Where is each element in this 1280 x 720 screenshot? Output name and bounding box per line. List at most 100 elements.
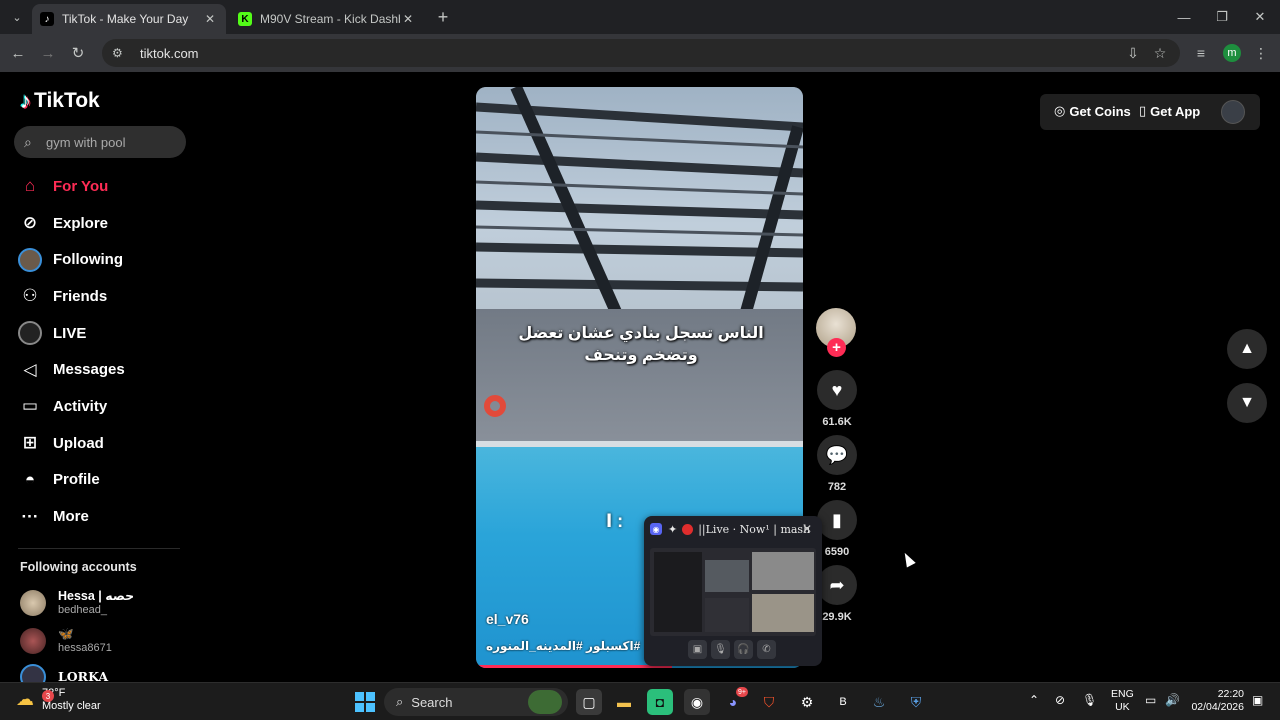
tab-kick-dashboard[interactable]: K M90V Stream - Kick Dashboard ✕: [230, 4, 424, 34]
sidebar-item-profile[interactable]: ◓ Profile: [18, 462, 188, 499]
save-button[interactable]: ▮: [817, 500, 857, 540]
avatar: [20, 664, 46, 682]
app-b-icon[interactable]: B: [830, 689, 856, 715]
discord-stream-overlay[interactable]: ◉ ✦ ||Live · Now¹ | mash ✕ ▣ 🎙 🎧 ✆: [644, 516, 822, 666]
sidebar-item-more[interactable]: ··· More: [18, 498, 188, 535]
sidebar-item-label: Upload: [53, 434, 104, 452]
video-caption-overlay: ا :: [606, 511, 624, 531]
sidebar-item-live[interactable]: LIVE: [18, 315, 188, 352]
tiktok-logo-icon: ♪: [20, 88, 31, 113]
notifications-icon[interactable]: ▣: [1252, 693, 1263, 707]
steam-icon[interactable]: ♨: [866, 689, 892, 715]
like-button[interactable]: ♥: [817, 370, 857, 410]
search-input[interactable]: [46, 134, 176, 150]
task-view-icon[interactable]: ▢: [576, 689, 602, 715]
coin-icon: ◎: [1054, 103, 1066, 118]
tab-title: M90V Stream - Kick Dashboard: [260, 12, 400, 26]
address-bar[interactable]: ⚙ tiktok.com: [102, 39, 1180, 67]
brave-icon[interactable]: ⛉: [756, 689, 782, 715]
disconnect-icon[interactable]: ✆: [757, 640, 776, 659]
get-coins-button[interactable]: ◎ Get Coins: [1054, 103, 1131, 119]
search-icon: ⌕: [396, 694, 404, 709]
site-info-icon[interactable]: ⚙: [112, 46, 130, 60]
sidebar-item-for-you[interactable]: ⌂ For You: [18, 168, 188, 205]
next-video-button[interactable]: ▼: [1227, 383, 1267, 423]
shield-icon[interactable]: ⛨: [903, 689, 929, 715]
headphones-icon[interactable]: 🎧: [734, 640, 753, 659]
show-hidden-icons-icon[interactable]: ⌃: [1029, 693, 1039, 707]
sidebar-item-following[interactable]: Following: [18, 241, 188, 278]
settings-icon[interactable]: ⚙: [794, 689, 820, 715]
monitor-icon[interactable]: ▭: [1145, 693, 1156, 707]
back-button[interactable]: ←: [7, 42, 29, 64]
following-account-item[interactable]: LORKA: [20, 664, 108, 682]
minimize-button[interactable]: —: [1164, 0, 1204, 34]
share-button[interactable]: ➦: [817, 565, 857, 605]
sidebar-item-upload[interactable]: ⊞ Upload: [18, 425, 188, 462]
reload-button[interactable]: ↻: [67, 42, 89, 64]
video-progress-bar[interactable]: [476, 665, 673, 668]
like-count: 61.6K: [822, 416, 852, 428]
app-icon[interactable]: ◘: [647, 689, 673, 715]
new-tab-button[interactable]: +: [432, 6, 454, 28]
following-avatar-icon: [18, 247, 42, 272]
sidebar-item-activity[interactable]: ▭ Activity: [18, 388, 188, 425]
microphone-icon[interactable]: 🎙: [711, 640, 730, 659]
weather-badge: 3: [42, 690, 54, 702]
get-app-button[interactable]: ▯ Get App: [1139, 103, 1200, 119]
close-tab-icon[interactable]: ✕: [202, 11, 218, 27]
comment-button[interactable]: 💬: [817, 435, 857, 475]
microphone-icon[interactable]: 🎙: [1082, 693, 1097, 707]
user-avatar[interactable]: [1221, 100, 1245, 124]
close-window-button[interactable]: ✕: [1240, 0, 1280, 34]
tab-search-icon[interactable]: ⌄: [6, 7, 28, 27]
following-account-item[interactable]: 🦋 hessa8671: [20, 627, 112, 655]
sidebar-item-friends[interactable]: ⚇ Friends: [18, 278, 188, 315]
sidebar-item-explore[interactable]: ⊘ Explore: [18, 205, 188, 242]
camera-icon[interactable]: ▣: [688, 640, 707, 659]
browser-profile-avatar[interactable]: m: [1223, 44, 1241, 62]
forward-button[interactable]: →: [37, 42, 59, 64]
file-explorer-icon[interactable]: ▬: [611, 689, 637, 715]
sidebar-divider: [18, 548, 180, 549]
sidebar-item-label: Messages: [53, 361, 125, 379]
mouse-cursor: [900, 550, 916, 568]
account-handle: bedhead_: [58, 604, 107, 616]
sparkle-icon: ✦: [668, 522, 678, 536]
media-controls-icon[interactable]: ≡: [1190, 42, 1212, 64]
close-icon[interactable]: ✕: [802, 522, 812, 536]
video-hashtags[interactable]: #اكسبلور #المدينه_المنوره: [486, 639, 640, 653]
browser-tab-bar: ⌄ ♪ TikTok - Make Your Day ✕ K M90V Stre…: [0, 0, 1280, 34]
tiktok-logo[interactable]: ♪ TikTok: [20, 88, 100, 114]
search-bar[interactable]: ⌕: [14, 126, 186, 158]
install-app-icon[interactable]: ⇩: [1122, 42, 1144, 64]
following-accounts-title: Following accounts: [20, 560, 137, 574]
discord-icon: ◉: [650, 523, 662, 535]
previous-video-button[interactable]: ▲: [1227, 329, 1267, 369]
close-tab-icon[interactable]: ✕: [400, 11, 416, 27]
tab-title: TikTok - Make Your Day: [62, 12, 189, 26]
volume-icon[interactable]: 🔊: [1165, 693, 1180, 707]
clock-date: 02/04/2026: [1191, 701, 1244, 713]
clock-time: 22:20: [1217, 688, 1244, 700]
video-username[interactable]: el_v76: [486, 611, 529, 627]
tab-tiktok[interactable]: ♪ TikTok - Make Your Day ✕: [32, 4, 226, 34]
discord-stream-preview[interactable]: [650, 548, 816, 636]
following-account-item[interactable]: Hessa | حصه bedhead_: [20, 589, 134, 617]
browser-menu-icon[interactable]: ⋮: [1250, 42, 1272, 64]
chrome-icon[interactable]: ◉: [684, 689, 710, 715]
tiktok-logo-text: TikTok: [34, 89, 100, 112]
start-button[interactable]: [352, 689, 378, 715]
discord-controls: ▣ 🎙 🎧 ✆: [688, 640, 780, 659]
home-icon: ⌂: [24, 176, 36, 196]
clock[interactable]: 22:20 02/04/2026: [1190, 688, 1244, 714]
follow-plus-button[interactable]: +: [827, 338, 846, 357]
weather-widget[interactable]: ☁ 3 72°F Mostly clear: [16, 687, 101, 713]
taskbar-search-label: Search: [411, 694, 453, 710]
language-indicator[interactable]: ENG UK: [1111, 688, 1134, 714]
roof-beams-graphic: [476, 87, 803, 315]
network-off-icon[interactable]: ⊘: [1055, 693, 1065, 707]
bookmark-star-icon[interactable]: ☆: [1149, 42, 1171, 64]
restore-button[interactable]: ❐: [1202, 0, 1242, 34]
sidebar-item-messages[interactable]: ◁ Messages: [18, 351, 188, 388]
